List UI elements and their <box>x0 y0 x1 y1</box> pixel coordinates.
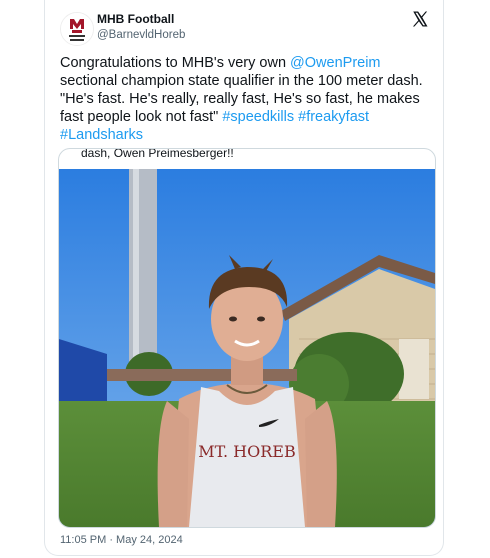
team-logo-icon <box>61 13 93 45</box>
hashtag-speedkills[interactable]: #speedkills <box>222 109 294 125</box>
hashtag-freakyfast[interactable]: #freakyfast <box>298 109 369 125</box>
shirt-text: MT. HOREB <box>198 442 295 461</box>
tweet-text: Congratulations to MHB's very own @OwenP… <box>60 54 430 144</box>
account-handle[interactable]: @BarnevldHoreb <box>97 29 185 41</box>
athlete-photo[interactable]: MT. HOREB <box>59 169 435 527</box>
tweet-text-part1: Congratulations to MHB's very own <box>60 55 291 71</box>
tweet-timestamp[interactable]: 11:05 PM · May 24, 2024 <box>60 534 183 546</box>
media-caption: dash, Owen Preimesberger!! <box>81 148 234 160</box>
tweet-media[interactable]: dash, Owen Preimesberger!! MT. HOREB <box>58 148 436 528</box>
account-name[interactable]: MHB Football <box>97 12 174 26</box>
tweet-card: MHB Football @BarnevldHoreb Congratulati… <box>44 0 444 556</box>
avatar[interactable] <box>60 12 94 46</box>
x-logo-icon[interactable] <box>411 10 429 28</box>
hashtag-landsharks[interactable]: #Landsharks <box>60 127 143 143</box>
mention-link[interactable]: @OwenPreim <box>290 55 380 71</box>
